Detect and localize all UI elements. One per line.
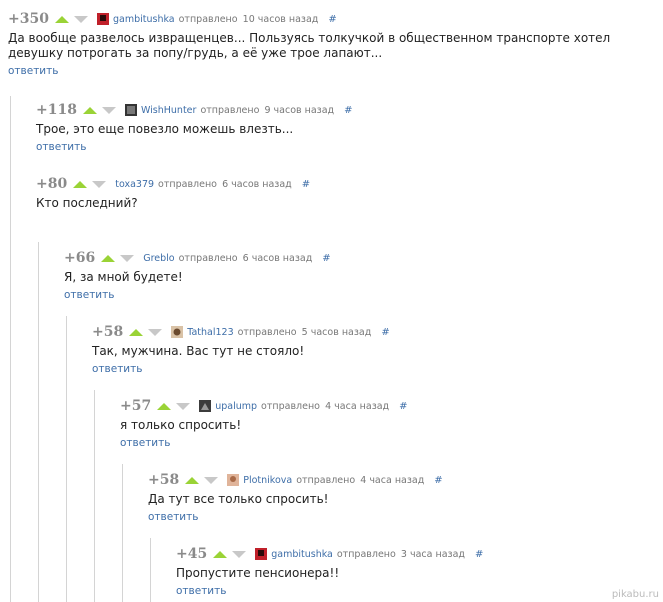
- comment-text: Так, мужчина. Вас тут не стояло!: [92, 344, 305, 358]
- comment-text: Да вообще развелось извращенцев... Польз…: [8, 31, 611, 60]
- username-link[interactable]: WishHunter: [141, 105, 196, 116]
- rating: +45: [176, 546, 208, 562]
- avatar: [199, 400, 212, 412]
- rating: +58: [92, 324, 124, 340]
- comment: +57 upalump отправлено 4 часа назад # я …: [120, 397, 630, 449]
- comment: +66 Greblo отправлено 6 часов назад # Я,…: [64, 249, 634, 301]
- comment: +80 toxa379 отправлено 6 часов назад # К…: [36, 175, 636, 227]
- vote-up-icon[interactable]: [213, 550, 228, 558]
- rating: +57: [120, 398, 152, 414]
- timestamp: 4 часа назад: [325, 400, 390, 412]
- sent-label: отправлено: [158, 178, 217, 190]
- timestamp: 10 часов назад: [242, 13, 319, 25]
- permalink[interactable]: #: [344, 105, 352, 116]
- vote-down-icon[interactable]: [120, 254, 135, 262]
- username-link[interactable]: gambitushka: [113, 14, 175, 25]
- permalink[interactable]: #: [328, 14, 336, 25]
- timestamp: 3 часа назад: [400, 548, 465, 560]
- sent-label: отправлено: [261, 400, 320, 412]
- thread-line: [122, 464, 123, 602]
- permalink[interactable]: #: [322, 253, 330, 264]
- vote-down-icon[interactable]: [176, 402, 191, 410]
- vote-up-icon[interactable]: [129, 328, 144, 336]
- reply-link[interactable]: ответить: [64, 289, 634, 301]
- comment-text: Кто последний?: [36, 196, 138, 210]
- timestamp: 6 часов назад: [222, 178, 292, 190]
- avatar: [171, 326, 184, 338]
- rating: +66: [64, 250, 96, 266]
- comment-text: Да тут все только спросить!: [148, 492, 329, 506]
- timestamp: 6 часов назад: [242, 252, 313, 264]
- permalink[interactable]: #: [381, 327, 389, 338]
- vote-up-icon[interactable]: [73, 180, 88, 188]
- thread-line: [10, 96, 11, 602]
- comment-text: Я, за мной будете!: [64, 270, 183, 284]
- timestamp: 5 часов назад: [301, 326, 372, 338]
- thread-line: [38, 242, 39, 602]
- comment: +58 Tathal123 отправлено 5 часов назад #…: [92, 323, 632, 375]
- avatar: [96, 13, 109, 25]
- sent-label: отправлено: [178, 252, 238, 264]
- avatar: [227, 474, 240, 486]
- vote-down-icon[interactable]: [73, 15, 88, 23]
- username-link[interactable]: Tathal123: [187, 327, 233, 338]
- reply-link[interactable]: ответить: [120, 437, 630, 449]
- sent-label: отправлено: [200, 104, 260, 116]
- rating: +58: [148, 472, 180, 488]
- username-link[interactable]: Greblo: [143, 253, 174, 264]
- vote-down-icon[interactable]: [148, 328, 163, 336]
- sent-label: отправлено: [237, 326, 297, 338]
- timestamp: 4 часа назад: [360, 474, 425, 486]
- vote-up-icon[interactable]: [185, 476, 200, 484]
- comment: +118 WishHunter отправлено 9 часов назад…: [36, 101, 636, 153]
- watermark: pikabu.ru: [611, 589, 659, 600]
- vote-up-icon[interactable]: [82, 106, 97, 114]
- permalink[interactable]: #: [302, 179, 310, 190]
- reply-link[interactable]: ответить: [176, 585, 646, 597]
- vote-down-icon[interactable]: [204, 476, 219, 484]
- reply-link[interactable]: ответить: [36, 141, 636, 153]
- username-link[interactable]: toxa379: [115, 179, 154, 190]
- avatar: [124, 104, 137, 116]
- rating: +80: [36, 176, 68, 192]
- sent-label: отправлено: [178, 13, 238, 25]
- comment-text: я только спросить!: [120, 418, 242, 432]
- comment: +350 gambitushka отправлено 10 часов наз…: [8, 10, 648, 77]
- thread-line: [94, 390, 95, 602]
- permalink[interactable]: #: [475, 549, 483, 560]
- timestamp: 9 часов назад: [264, 104, 335, 116]
- permalink[interactable]: #: [399, 401, 407, 412]
- reply-link[interactable]: ответить: [148, 511, 638, 523]
- rating: +118: [36, 102, 77, 118]
- comment-text: Трое, это еще повезло можешь влезть...: [36, 122, 294, 136]
- vote-down-icon[interactable]: [232, 550, 247, 558]
- sent-label: отправлено: [336, 548, 396, 560]
- vote-down-icon[interactable]: [101, 106, 116, 114]
- comment: +45 gambitushka отправлено 3 часа назад …: [176, 545, 646, 597]
- comment-text: Пропустите пенсионера!!: [176, 566, 340, 580]
- comment: +58 Plotnikova отправлено 4 часа назад #…: [148, 471, 638, 523]
- sent-label: отправлено: [296, 474, 356, 486]
- reply-link[interactable]: ответить: [8, 65, 648, 77]
- thread-line: [66, 316, 67, 602]
- vote-down-icon[interactable]: [92, 180, 107, 188]
- vote-up-icon[interactable]: [54, 15, 69, 23]
- reply-link[interactable]: ответить: [92, 363, 632, 375]
- thread-line: [150, 538, 151, 602]
- username-link[interactable]: Plotnikova: [243, 475, 292, 486]
- avatar: [255, 548, 268, 560]
- username-link[interactable]: upalump: [215, 401, 257, 412]
- rating: +350: [8, 11, 49, 27]
- vote-up-icon[interactable]: [157, 402, 172, 410]
- permalink[interactable]: #: [434, 475, 442, 486]
- username-link[interactable]: gambitushka: [271, 549, 333, 560]
- vote-up-icon[interactable]: [101, 254, 116, 262]
